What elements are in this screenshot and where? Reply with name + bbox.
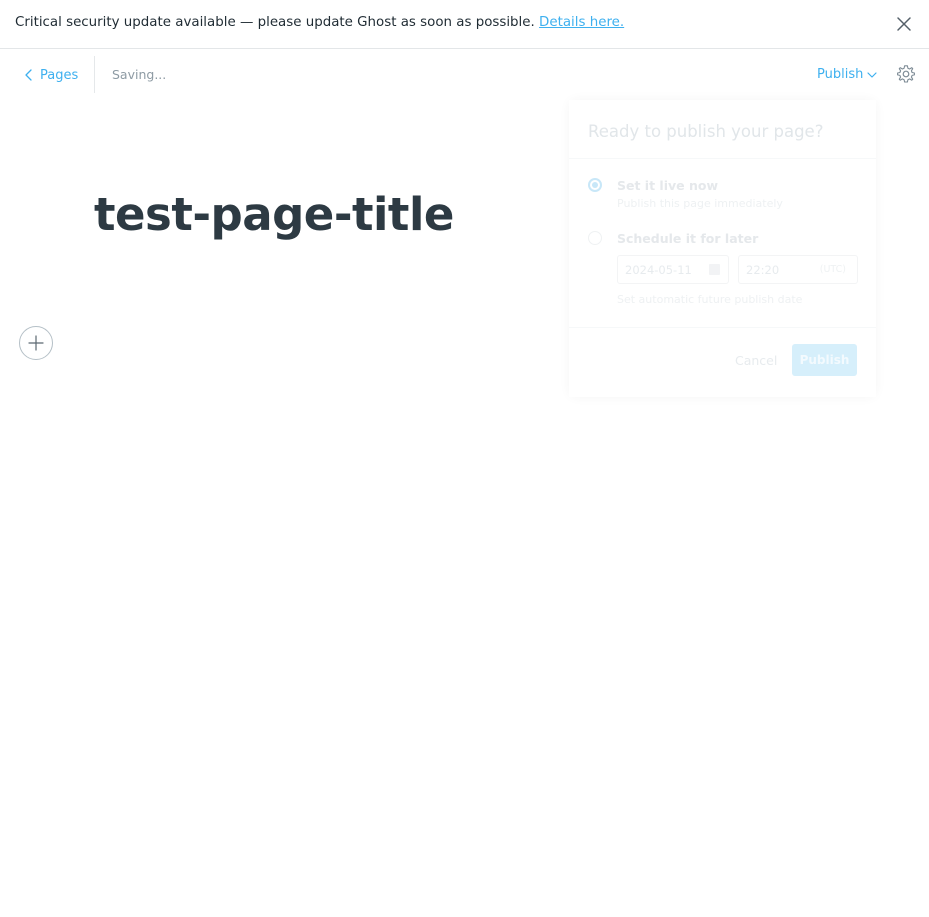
add-card-button[interactable] — [19, 326, 53, 360]
schedule-label[interactable]: Schedule it for later — [617, 231, 758, 246]
publish-button[interactable]: Publish — [792, 344, 857, 376]
date-input[interactable]: 2024-05-11 — [617, 255, 729, 284]
schedule-radio[interactable] — [588, 231, 602, 245]
alert-text: Critical security update available — ple… — [15, 15, 535, 30]
save-status: Saving... — [112, 67, 167, 82]
gear-icon[interactable] — [896, 64, 916, 84]
chevron-left-icon — [25, 69, 32, 81]
date-value: 2024-05-11 — [625, 263, 692, 277]
cancel-button[interactable]: Cancel — [735, 353, 777, 368]
publish-now-label[interactable]: Set it live now — [617, 178, 718, 193]
alert-banner: Critical security update available — ple… — [0, 0, 929, 49]
publish-menu-trigger[interactable]: Publish — [817, 67, 877, 82]
back-link-label: Pages — [40, 67, 79, 83]
back-to-pages-link[interactable]: Pages — [24, 64, 78, 86]
publish-now-radio[interactable] — [588, 178, 602, 192]
publish-menu-divider — [569, 158, 876, 159]
header-divider — [94, 56, 95, 93]
publish-menu-heading: Ready to publish your page? — [588, 122, 824, 141]
alert-message: Critical security update available — ple… — [15, 15, 624, 30]
publish-menu-footer-divider — [569, 327, 876, 328]
publish-menu: Ready to publish your page? Set it live … — [569, 100, 876, 397]
calendar-icon — [709, 264, 720, 275]
page-title[interactable]: test-page-title — [94, 188, 454, 241]
publish-trigger-label: Publish — [817, 67, 864, 82]
alert-details-link[interactable]: Details here. — [539, 15, 624, 30]
timezone-label: (UTC) — [819, 264, 846, 275]
time-input[interactable]: 22:20 (UTC) — [738, 255, 858, 284]
time-value: 22:20 — [746, 263, 780, 277]
publish-now-description: Publish this page immediately — [617, 197, 783, 210]
plus-icon — [28, 335, 44, 351]
close-icon[interactable] — [894, 14, 914, 34]
chevron-down-icon — [867, 71, 877, 78]
schedule-description: Set automatic future publish date — [617, 293, 803, 306]
